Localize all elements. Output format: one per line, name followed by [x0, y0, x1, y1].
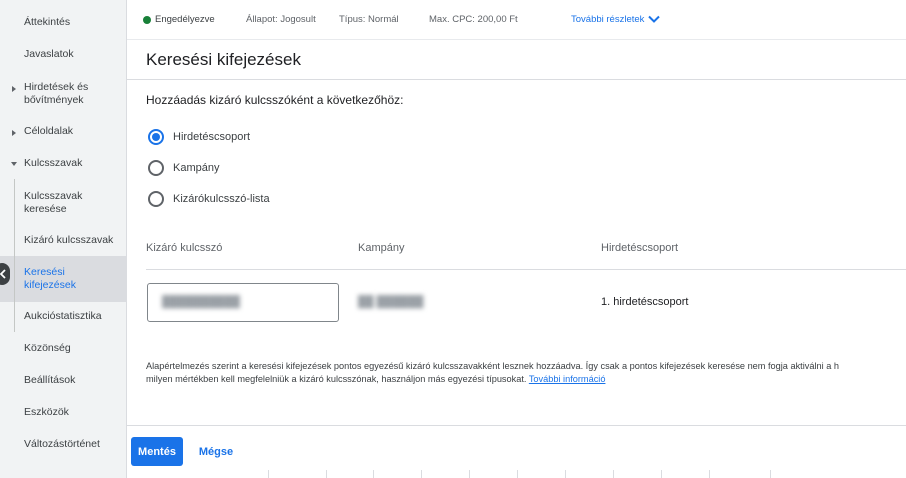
note-line: milyen mértékben kell megfelelniük a kiz…	[146, 373, 906, 386]
status-dot-icon	[143, 16, 151, 24]
sidebar-item-tools[interactable]: Eszközök	[0, 406, 127, 420]
redacted-keyword-value: ██████████	[162, 296, 240, 308]
radio-negative-keyword-list[interactable]: Kizárókulcsszó-lista	[148, 191, 270, 207]
sidebar-item-recommendations[interactable]: Javaslatok	[0, 48, 127, 62]
sidebar: Áttekintés Javaslatok Hirdetések és bőví…	[0, 0, 127, 478]
column-header-adgroup: Hirdetéscsoport	[601, 242, 679, 254]
sidebar-item-negative-keywords[interactable]: Kizáró kulcsszavak	[0, 234, 127, 248]
sidebar-item-label: Kulcsszavak	[24, 157, 83, 169]
more-details-link[interactable]: További részletek	[571, 14, 661, 25]
status-text: Engedélyezve	[155, 14, 215, 25]
more-details-label: További részletek	[571, 14, 645, 25]
radio-campaign[interactable]: Kampány	[148, 160, 219, 176]
radio-adgroup[interactable]: Hirdetéscsoport	[148, 129, 250, 145]
caret-down-icon	[11, 162, 17, 166]
sidebar-item-label: Céloldalak	[24, 125, 74, 137]
sidebar-item-label: Javaslatok	[24, 48, 74, 60]
sidebar-item-search-terms[interactable]: Keresési kifejezések	[0, 266, 127, 292]
save-button[interactable]: Mentés	[131, 437, 183, 466]
type-status: Típus: Normál	[339, 14, 399, 25]
status-bar: Engedélyezve Állapot: Jogosult Típus: No…	[127, 0, 906, 40]
sidebar-item-label: Keresési kifejezések	[24, 266, 76, 291]
table-divider	[146, 269, 906, 270]
more-info-link[interactable]: További információ	[529, 374, 606, 384]
sidebar-item-label: Áttekintés	[24, 16, 71, 28]
sidebar-item-label: Aukcióstatisztika	[24, 310, 102, 322]
radio-button[interactable]	[148, 160, 164, 176]
divider	[127, 425, 906, 426]
sidebar-item-label: Hirdetések és bővítmények	[24, 81, 89, 106]
sidebar-item-audiences[interactable]: Közönség	[0, 342, 127, 356]
note-line: Alapértelmezés szerint a keresési kifeje…	[146, 361, 839, 371]
sidebar-item-label: Kizáró kulcsszavak	[24, 234, 114, 246]
caret-right-icon	[12, 130, 16, 136]
radio-label: Kampány	[173, 162, 220, 174]
sidebar-item-search-keywords[interactable]: Kulcsszavak keresése	[0, 190, 127, 216]
radio-label: Kizárókulcsszó-lista	[173, 193, 270, 205]
info-note: Alapértelmezés szerint a keresési kifeje…	[146, 360, 906, 386]
bottom-table-strip	[127, 470, 906, 478]
page-title: Keresési kifejezések	[146, 50, 301, 69]
sidebar-item-settings[interactable]: Beállítások	[0, 374, 127, 388]
sidebar-item-keywords[interactable]: Kulcsszavak	[0, 157, 127, 171]
sidebar-item-ads-extensions[interactable]: Hirdetések és bővítmények	[0, 81, 127, 107]
sidebar-item-label: Eszközök	[24, 406, 69, 418]
sidebar-item-change-history[interactable]: Változástörténet	[0, 438, 127, 452]
sidebar-item-label: Beállítások	[24, 374, 76, 386]
sidebar-item-landing-pages[interactable]: Céloldalak	[0, 125, 127, 139]
caret-right-icon	[12, 86, 16, 92]
sidebar-item-overview[interactable]: Áttekintés	[0, 16, 127, 30]
chevron-down-icon	[648, 16, 661, 24]
sidebar-item-label: Kulcsszavak keresése	[24, 190, 83, 215]
column-header-negative-keyword: Kizáró kulcsszó	[146, 242, 223, 254]
divider	[127, 79, 906, 80]
radio-button[interactable]	[148, 191, 164, 207]
redacted-campaign-value: ██ ██████	[358, 296, 424, 308]
eligibility-status: Állapot: Jogosult	[246, 14, 316, 25]
chevron-left-icon	[0, 269, 6, 279]
radio-label: Hirdetéscsoport	[173, 131, 251, 143]
cancel-button[interactable]: Mégse	[193, 437, 239, 466]
table-cell-adgroup: 1. hirdetéscsoport	[601, 296, 689, 308]
max-cpc: Max. CPC: 200,00 Ft	[429, 14, 518, 25]
column-header-campaign: Kampány	[358, 242, 405, 254]
sidebar-item-label: Közönség	[24, 342, 71, 354]
section-heading: Hozzáadás kizáró kulcsszóként a következ…	[146, 93, 404, 107]
radio-button-checked[interactable]	[148, 129, 164, 145]
note-text: milyen mértékben kell megfelelniük a kiz…	[146, 374, 527, 384]
sidebar-item-label: Változástörténet	[24, 438, 100, 450]
sidebar-item-auction-insights[interactable]: Aukcióstatisztika	[0, 310, 127, 324]
